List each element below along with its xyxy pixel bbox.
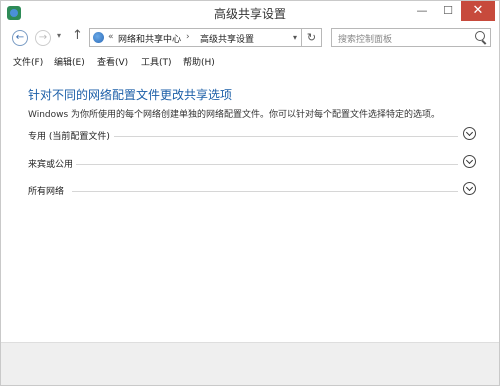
menu-edit[interactable]: 编辑(E) bbox=[54, 55, 85, 68]
window: 高级共享设置 — ☐ ✕ ← → ▾ ↑ « 网络和共享中心 › 高级共享设置 … bbox=[0, 0, 500, 386]
section-private[interactable]: 专用 (当前配置文件) bbox=[28, 127, 478, 145]
search-input[interactable]: 搜索控制面板 bbox=[331, 28, 491, 47]
title-bar: 高级共享设置 — ☐ ✕ bbox=[1, 1, 499, 25]
breadcrumb-separator[interactable]: › bbox=[186, 32, 190, 42]
control-panel-icon bbox=[93, 32, 104, 43]
address-bar[interactable]: « 网络和共享中心 › 高级共享设置 ▾ bbox=[89, 28, 302, 47]
back-button[interactable]: ← bbox=[12, 30, 28, 46]
menu-view[interactable]: 查看(V) bbox=[97, 55, 128, 68]
search-icon[interactable] bbox=[475, 31, 485, 41]
chevron-down-icon[interactable] bbox=[463, 155, 476, 168]
address-dropdown[interactable]: ▾ bbox=[293, 33, 297, 42]
main-content: 针对不同的网络配置文件更改共享选项 Windows 为你所使用的每个网络创建单独… bbox=[1, 69, 499, 345]
section-label[interactable]: 所有网络 bbox=[28, 184, 67, 197]
menu-bar: 文件(F) 编辑(E) 查看(V) 工具(T) 帮助(H) bbox=[1, 51, 499, 69]
maximize-button[interactable]: ☐ bbox=[435, 1, 461, 21]
close-button[interactable]: ✕ bbox=[461, 1, 495, 21]
section-label[interactable]: 来宾或公用 bbox=[28, 157, 76, 170]
divider bbox=[76, 164, 458, 165]
address-overflow-chevron[interactable]: « bbox=[108, 32, 114, 42]
forward-button[interactable]: → bbox=[35, 30, 51, 46]
navigation-bar: ← → ▾ ↑ « 网络和共享中心 › 高级共享设置 ▾ ↻ 搜索控制面板 bbox=[1, 25, 499, 51]
divider bbox=[72, 191, 458, 192]
button-footer bbox=[1, 342, 499, 385]
page-description: Windows 为你所使用的每个网络创建单独的网络配置文件。你可以针对每个配置文… bbox=[28, 110, 441, 120]
minimize-button[interactable]: — bbox=[409, 1, 435, 21]
refresh-button[interactable]: ↻ bbox=[302, 28, 322, 47]
page-title: 针对不同的网络配置文件更改共享选项 bbox=[28, 88, 233, 102]
up-button[interactable]: ↑ bbox=[72, 28, 83, 43]
breadcrumb-network-center[interactable]: 网络和共享中心 bbox=[118, 32, 181, 45]
divider bbox=[114, 136, 458, 137]
menu-file[interactable]: 文件(F) bbox=[13, 55, 43, 68]
chevron-down-icon[interactable] bbox=[463, 127, 476, 140]
section-all-networks[interactable]: 所有网络 bbox=[28, 182, 478, 200]
breadcrumb-advanced-sharing[interactable]: 高级共享设置 bbox=[200, 32, 254, 45]
section-guest-public[interactable]: 来宾或公用 bbox=[28, 155, 478, 173]
recent-locations-dropdown[interactable]: ▾ bbox=[57, 31, 61, 40]
chevron-down-icon[interactable] bbox=[463, 182, 476, 195]
search-placeholder: 搜索控制面板 bbox=[338, 35, 393, 45]
menu-help[interactable]: 帮助(H) bbox=[183, 55, 215, 68]
section-label[interactable]: 专用 (当前配置文件) bbox=[28, 129, 112, 142]
menu-tools[interactable]: 工具(T) bbox=[141, 55, 172, 68]
